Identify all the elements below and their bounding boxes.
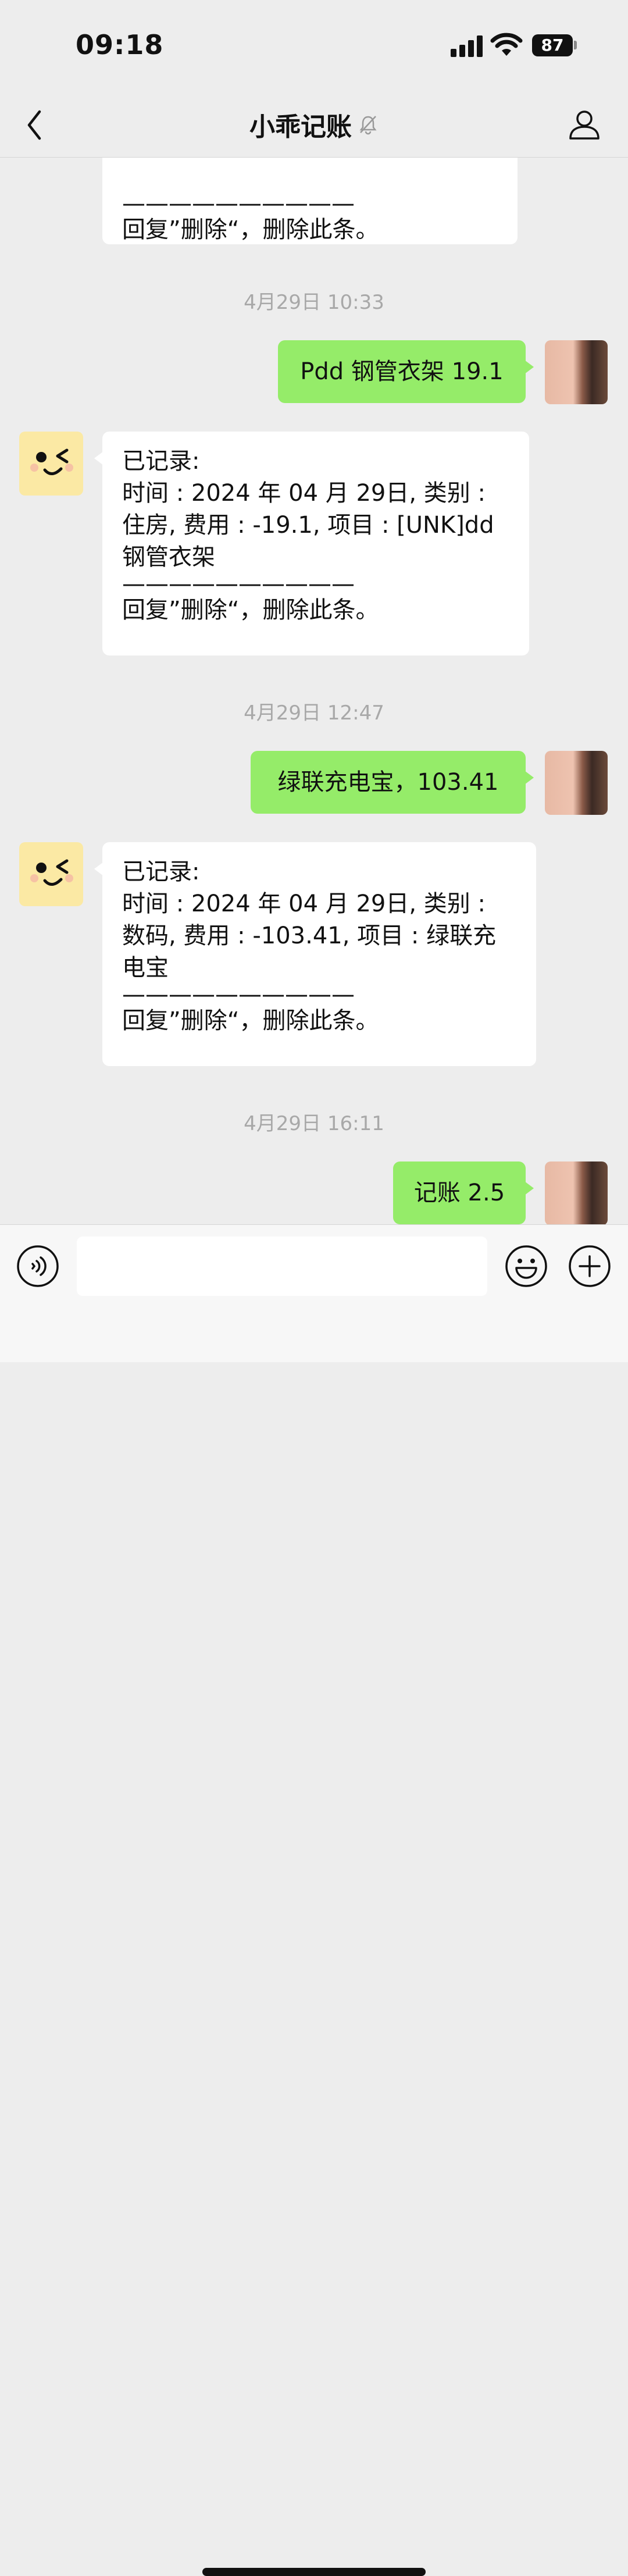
status-bar: 09:18 87 [0,0,628,93]
message-line: 已记录: [122,448,200,475]
message-timestamp: 4月29日 12:47 [244,701,384,725]
message-text: Pdd 钢管衣架 19.1 [300,358,504,385]
voice-input-icon[interactable] [16,1245,59,1288]
battery-icon: 87 [532,34,573,56]
chat-title: 小乖记账 [249,112,352,142]
add-more-icon[interactable] [568,1245,611,1288]
message-text: 绿联充电宝，103.41 [277,769,499,796]
message-line: 时间 : 2024 年 04 月 29日, 类别 : [122,890,486,917]
wink-face-icon [30,448,73,475]
message-divider: —————————— [122,190,355,217]
message-timestamp: 4月29日 16:11 [244,1112,384,1135]
message-line: 回复”删除“，删除此条。 [122,1007,379,1034]
bot-message-bubble[interactable]: 已记录: 时间 : 2024 年 04 月 29日, 类别 : 数码, 费用 :… [94,842,536,1066]
user-avatar[interactable] [545,1161,608,1224]
message-line: 数码, 费用 : -103.41, 项目 : 绿联充 [122,922,497,949]
message-list[interactable]: —————————— 回复”删除“，删除此条。 4月29日 10:33 Pdd … [0,157,628,1224]
user-avatar[interactable] [545,340,608,404]
mute-bell-icon [359,116,377,135]
message-line: 电宝 [122,954,169,981]
user-message-bubble[interactable]: 绿联充电宝，103.41 [251,751,534,814]
battery-tip [574,41,577,49]
bot-avatar[interactable] [19,842,83,906]
user-avatar[interactable] [545,751,608,815]
message-input[interactable] [77,1237,487,1296]
user-message-bubble[interactable]: Pdd 钢管衣架 19.1 [278,340,534,403]
message-line: 住房, 费用 : -19.1, 项目 : [UNK]dd [122,512,494,539]
message-line: 钢管衣架 [122,544,215,571]
message-timestamp: 4月29日 10:33 [244,291,384,314]
message-line: 回复”删除“，删除此条。 [122,216,379,243]
message-divider: —————————— [122,571,355,597]
status-time: 09:18 [76,29,164,60]
user-message-bubble[interactable]: 记账 2.5 [393,1161,534,1224]
bot-message-bubble[interactable]: 已记录: 时间 : 2024 年 04 月 29日, 类别 : 住房, 费用 :… [94,432,529,655]
message-line: 已记录: [122,858,200,885]
chat-header: 小乖记账 [0,93,628,158]
message-text: 记账 2.5 [413,1180,505,1206]
wifi-icon [490,33,523,56]
home-indicator [202,2568,426,2576]
bot-message-bubble[interactable]: —————————— 回复”删除“，删除此条。 [102,157,518,244]
emoji-icon[interactable] [505,1245,548,1288]
cellular-signal-icon [451,34,484,57]
chat-info-person-icon[interactable] [567,105,602,145]
bot-avatar[interactable] [19,432,83,496]
chat-title-wrapper: 小乖记账 [0,106,628,143]
message-divider: —————————— [122,981,355,1008]
input-bar [0,1224,628,2576]
wink-face-icon [30,859,73,886]
message-line: 时间 : 2024 年 04 月 29日, 类别 : [122,480,486,507]
message-line: 回复”删除“，删除此条。 [122,597,379,623]
